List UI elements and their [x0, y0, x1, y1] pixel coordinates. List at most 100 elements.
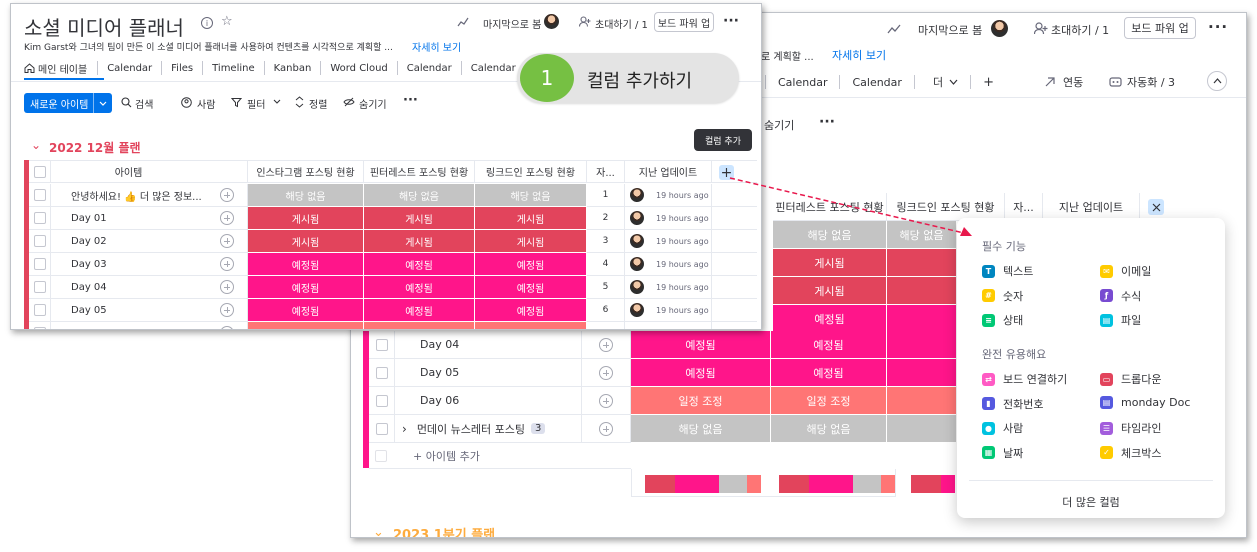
avatar[interactable]	[630, 257, 644, 271]
row-checkbox[interactable]	[33, 304, 46, 316]
select-all-checkbox[interactable]	[33, 165, 46, 178]
invite-icon[interactable]	[1034, 22, 1048, 35]
tab-timeline[interactable]: Timeline	[203, 63, 264, 74]
item-name[interactable]: Day 03	[51, 253, 206, 276]
last-viewed-label[interactable]: 마지막으로 봄	[483, 16, 541, 31]
more-columns-link[interactable]: 더 많은 컬럼	[957, 494, 1225, 510]
avatar[interactable]	[544, 14, 559, 29]
tab-calendar[interactable]: Calendar	[98, 63, 161, 74]
search-button[interactable]: 검색	[135, 96, 153, 111]
item-name[interactable]: Day 06	[420, 394, 459, 407]
info-icon[interactable]: i	[201, 17, 213, 29]
column-header-item[interactable]: 아이템	[51, 161, 206, 182]
number-cell[interactable]: 1	[587, 184, 625, 207]
row-checkbox[interactable]	[33, 235, 46, 247]
status-cell[interactable]	[887, 305, 957, 333]
last-viewed-label[interactable]: 마지막으로 봄	[918, 22, 982, 38]
avatar[interactable]	[630, 303, 644, 317]
item-name[interactable]: Day 04	[51, 276, 206, 299]
status-cell[interactable]	[887, 359, 957, 387]
column-type-text[interactable]: T 텍스트	[982, 263, 1033, 279]
column-header-number[interactable]: 자...	[587, 161, 625, 182]
number-cell[interactable]: 4	[587, 253, 625, 276]
board-title[interactable]: 소셜 미디어 플래너	[24, 12, 184, 41]
see-more-link[interactable]: 자세히 보기	[832, 47, 886, 63]
chevron-right-icon[interactable]: ›	[402, 422, 407, 436]
status-cell[interactable]	[887, 331, 957, 359]
row-checkbox[interactable]	[375, 338, 388, 351]
avatar[interactable]	[991, 20, 1008, 37]
column-type-numbers[interactable]: # 숫자	[982, 288, 1023, 304]
status-cell[interactable]: 해당 없음	[364, 184, 475, 207]
status-cell[interactable]: 일정 조정	[364, 322, 475, 329]
eye-hidden-icon[interactable]	[343, 97, 355, 107]
add-update-icon[interactable]	[219, 188, 234, 202]
group-title[interactable]: 2022 12월 플랜	[49, 139, 141, 156]
power-up-button[interactable]: 보드 파워 업	[654, 12, 714, 32]
hide-button[interactable]: 숨기기	[359, 96, 387, 111]
status-cell[interactable]: 일정 조정	[631, 387, 771, 415]
person-filter-button[interactable]: 사람	[197, 96, 215, 111]
row-checkbox[interactable]	[33, 327, 46, 329]
column-type-doc[interactable]: ▤ monday Doc	[1100, 395, 1190, 409]
number-cell[interactable]: 6	[587, 299, 625, 322]
activity-icon[interactable]	[887, 23, 901, 35]
status-cell[interactable]	[887, 415, 957, 443]
status-cell[interactable]: 해당 없음	[631, 415, 771, 443]
sort-button[interactable]: 정렬	[309, 96, 327, 111]
avatar[interactable]	[630, 188, 644, 202]
tab-main-table[interactable]: 메인 테이블	[38, 61, 97, 76]
item-name[interactable]: Day 02	[51, 230, 206, 253]
column-type-email[interactable]: ✉ 이메일	[1100, 263, 1151, 279]
status-cell[interactable]: 예정됨	[364, 253, 475, 276]
row-checkbox[interactable]	[33, 189, 46, 201]
status-cell[interactable]: 예정됨	[364, 299, 475, 322]
add-update-icon[interactable]	[219, 280, 234, 294]
activity-icon[interactable]	[457, 17, 469, 27]
column-type-status[interactable]: ≡ 상태	[982, 312, 1023, 328]
status-cell[interactable]: 해당 없음	[248, 184, 364, 207]
tab-calendar[interactable]: Calendar	[766, 76, 839, 89]
power-up-button[interactable]: 보드 파워 업	[1124, 17, 1196, 39]
integrate-icon[interactable]	[1043, 75, 1057, 89]
integrate-label[interactable]: 연동	[1063, 74, 1083, 90]
column-header-subitems[interactable]	[206, 161, 248, 182]
status-cell[interactable]: 해당 없음	[771, 415, 887, 443]
status-cell[interactable]: 일정 조정	[475, 322, 587, 329]
row-checkbox[interactable]	[375, 422, 388, 435]
status-cell[interactable]: 예정됨	[631, 331, 771, 359]
number-cell[interactable]: 5	[587, 276, 625, 299]
chevron-down-icon[interactable]: ⌄	[373, 525, 384, 537]
status-cell[interactable]: 게시됨	[248, 207, 364, 230]
column-type-date[interactable]: ▦ 날짜	[982, 445, 1023, 461]
row-checkbox[interactable]	[33, 281, 46, 293]
close-icon[interactable]	[1148, 199, 1164, 215]
filter-icon[interactable]	[231, 97, 242, 108]
status-cell[interactable]: 예정됨	[631, 359, 771, 387]
add-update-icon[interactable]	[599, 393, 613, 408]
status-cell[interactable]: 게시됨	[364, 230, 475, 253]
chevron-down-icon[interactable]	[94, 101, 112, 106]
status-cell[interactable]: 예정됨	[771, 359, 887, 387]
add-update-icon[interactable]	[219, 234, 234, 248]
invite-icon[interactable]	[579, 16, 591, 27]
row-checkbox[interactable]	[33, 258, 46, 270]
subitem-count-badge[interactable]: 3	[531, 423, 546, 434]
status-cell[interactable]: 게시됨	[475, 207, 587, 230]
see-more-link[interactable]: 자세히 보기	[412, 39, 461, 54]
add-update-icon[interactable]	[219, 257, 234, 271]
status-cell[interactable]: 예정됨	[364, 276, 475, 299]
chevron-down-icon[interactable]	[273, 99, 281, 104]
tab-more[interactable]: 더	[915, 74, 949, 90]
status-cell[interactable]: 예정됨	[248, 276, 364, 299]
more-options-icon[interactable]: ···	[1208, 18, 1228, 36]
add-update-icon[interactable]	[219, 303, 234, 317]
avatar[interactable]	[630, 234, 644, 248]
item-name[interactable]: 먼데이 뉴스레터 포스팅	[417, 421, 525, 437]
row-checkbox[interactable]	[375, 394, 388, 407]
status-cell[interactable]: 예정됨	[475, 253, 587, 276]
row-checkbox[interactable]	[375, 366, 388, 379]
add-update-icon[interactable]	[599, 365, 613, 380]
invite-label[interactable]: 초대하기 / 1	[1051, 22, 1109, 38]
item-name[interactable]	[51, 322, 206, 329]
